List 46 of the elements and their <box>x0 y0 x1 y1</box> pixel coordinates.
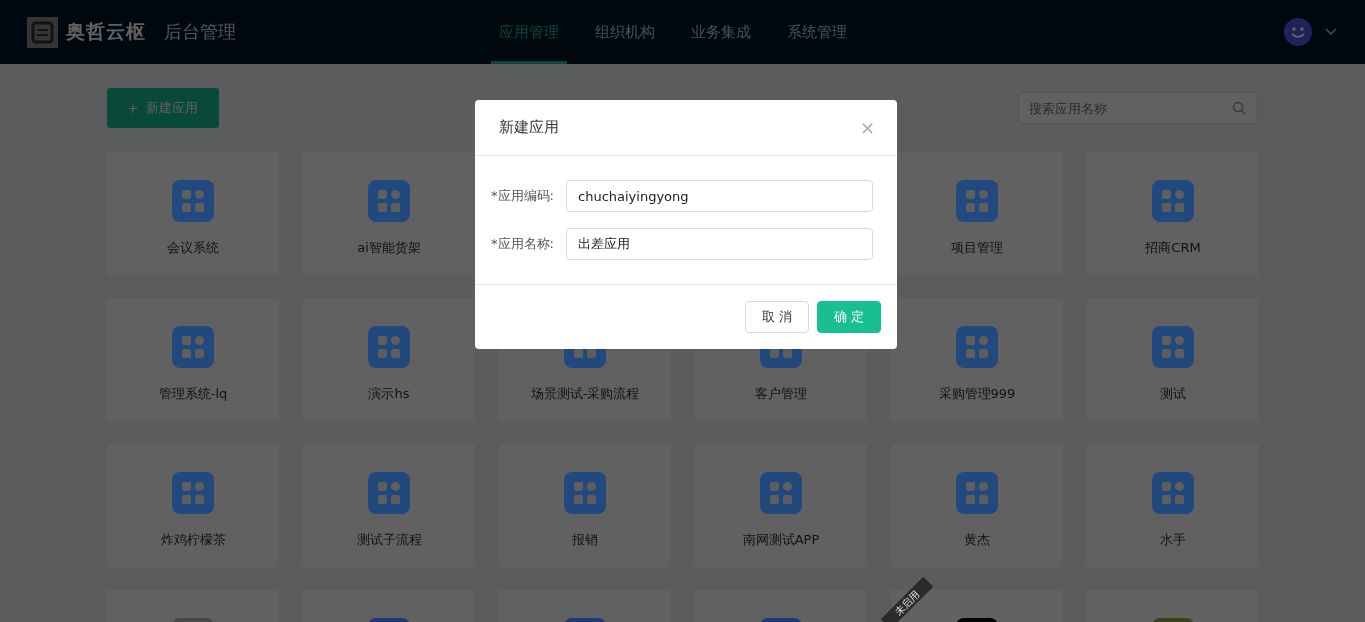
app-name: ai智能货架 <box>357 239 421 257</box>
brand-name: 奥哲云枢 <box>66 19 146 44</box>
app-name: 黄杰 <box>964 531 990 549</box>
app-name: 测试 <box>1160 385 1186 403</box>
field-label: *应用编码: <box>491 187 555 205</box>
confirm-button[interactable]: 确 定 <box>817 301 881 333</box>
app-card[interactable]: 测试 <box>1087 298 1259 421</box>
app-name: 南网测试APP <box>742 531 820 549</box>
app-card[interactable]: ai智能货架 <box>303 152 475 275</box>
app-card[interactable]: 招商CRM <box>1087 152 1259 275</box>
app-card[interactable]: 南网测试APP <box>695 444 867 567</box>
page-title: 后台管理 <box>164 20 236 44</box>
nav-tab[interactable]: 组织机构 <box>587 0 663 64</box>
app-name: 演示hs <box>368 385 410 403</box>
app-card[interactable]: 测试子流程 <box>303 444 475 567</box>
avatar-icon[interactable] <box>1284 18 1312 46</box>
app-card[interactable]: 水手 <box>1087 444 1259 567</box>
app-card[interactable]: 管理系统-lq <box>107 298 279 421</box>
dialog-title: 新建应用 <box>499 118 559 137</box>
nav-tab[interactable]: 系统管理 <box>779 0 855 64</box>
app-card[interactable]: 报销 <box>499 444 671 567</box>
input-field[interactable]: 出差应用 <box>566 228 873 260</box>
close-button[interactable]: × <box>859 117 875 138</box>
app-name: 项目管理 <box>951 239 1003 257</box>
cancel-button[interactable]: 取 消 <box>745 301 809 333</box>
search-icon[interactable] <box>1232 101 1246 115</box>
nav-tab[interactable]: 业务集成 <box>683 0 759 64</box>
app-name: 场景测试-采购流程 <box>530 385 640 403</box>
app-name: 水手 <box>1160 531 1186 549</box>
app-card[interactable]: 会议系统 <box>107 152 279 275</box>
app-name: 客户管理 <box>755 385 807 403</box>
app-name: 炸鸡柠檬茶 <box>160 531 226 549</box>
app-name: 会议系统 <box>167 239 219 257</box>
app-name: 报销 <box>572 531 598 549</box>
logo-icon <box>27 16 58 48</box>
input-field[interactable]: chuchaiyingyong <box>566 180 873 212</box>
app-card[interactable]: 演示hs <box>303 298 475 421</box>
app-name: 采购管理999 <box>938 385 1016 403</box>
app-card[interactable]: 黄杰 <box>891 444 1063 567</box>
app-name: 管理系统-lq <box>158 385 228 403</box>
field-label: *应用名称: <box>491 235 555 253</box>
app-name: 招商CRM <box>1145 239 1201 257</box>
app-card[interactable]: 炸鸡柠檬茶 <box>107 444 279 567</box>
app-card[interactable]: 采购管理999 <box>891 298 1063 421</box>
new-app-button[interactable]: + 新建应用 <box>107 88 219 128</box>
app-name: 测试子流程 <box>356 531 422 549</box>
